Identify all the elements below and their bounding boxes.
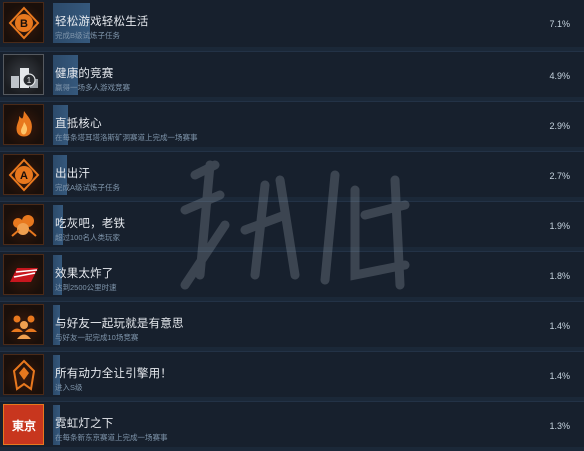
friends-group-icon xyxy=(3,304,44,345)
progress-bar xyxy=(53,205,572,245)
achievement-title: 所有动力全让引擎用！ xyxy=(55,368,172,380)
achievement-percent: 1.3% xyxy=(549,421,570,431)
svg-text:1: 1 xyxy=(26,76,31,85)
progress-bar xyxy=(53,55,572,95)
svg-text:A: A xyxy=(20,170,28,182)
achievement-percent: 4.9% xyxy=(549,71,570,81)
achievement-percent: 2.7% xyxy=(549,171,570,181)
achievement-row[interactable]: A 出出汗 完成A级试炼子任务 2.7% xyxy=(0,151,584,197)
achievement-description: 超过100名人类玩家 xyxy=(55,233,121,242)
achievement-title: 健康的竞赛 xyxy=(55,68,114,80)
achievement-row[interactable]: 效果太炸了 达到2500公里时速 1.8% xyxy=(0,251,584,297)
progress-bar xyxy=(53,255,572,295)
achievement-row[interactable]: 吃灰吧，老铁 超过100名人类玩家 1.9% xyxy=(0,201,584,247)
achievement-row[interactable]: 所有动力全让引擎用！ 进入S级 1.4% xyxy=(0,351,584,397)
achievement-description: 完成B级试炼子任务 xyxy=(55,31,121,40)
achievement-row[interactable]: B 轻松游戏轻松生活 完成B级试炼子任务 7.1% xyxy=(0,0,584,47)
achievement-row[interactable]: 1 健康的竞赛 赢得一场多人游戏竞赛 4.9% xyxy=(0,51,584,97)
achievement-row[interactable]: 直抵核心 在每条塔耳塔洛斯矿洞赛道上完成一场赛事 2.9% xyxy=(0,101,584,147)
achievement-title: 吃灰吧，老铁 xyxy=(55,218,126,230)
achievement-description: 赢得一场多人游戏竞赛 xyxy=(55,83,130,92)
achievement-percent: 2.9% xyxy=(549,121,570,131)
achievement-description: 完成A级试炼子任务 xyxy=(55,183,121,192)
achievement-description: 进入S级 xyxy=(55,383,83,392)
dust-cloud-icon xyxy=(3,204,44,245)
achievement-title: 出出汗 xyxy=(55,168,91,180)
svg-text:東京: 東京 xyxy=(11,418,35,433)
achievement-description: 在每条新东京赛道上完成一场赛事 xyxy=(55,433,168,442)
svg-text:B: B xyxy=(20,18,28,30)
achievement-percent: 1.9% xyxy=(549,221,570,231)
achievement-row[interactable]: 東京 霓虹灯之下 在每条新东京赛道上完成一场赛事 1.3% xyxy=(0,401,584,447)
achievement-percent: 1.4% xyxy=(549,371,570,381)
core-flame-icon xyxy=(3,104,44,145)
achievement-description: 达到2500公里时速 xyxy=(55,283,117,292)
s-grade-ship-icon xyxy=(3,354,44,395)
achievement-title: 效果太炸了 xyxy=(55,268,114,280)
a-grade-badge-icon: A xyxy=(3,154,44,195)
achievement-title: 霓虹灯之下 xyxy=(55,418,114,430)
achievement-row[interactable]: 与好友一起玩就是有意思 与好友一起完成10场竞赛 1.4% xyxy=(0,301,584,347)
achievement-description: 在每条塔耳塔洛斯矿洞赛道上完成一场赛事 xyxy=(55,133,198,142)
achievement-title: 与好友一起玩就是有意思 xyxy=(55,318,184,330)
achievement-percent: 1.8% xyxy=(549,271,570,281)
achievement-description: 与好友一起完成10场竞赛 xyxy=(55,333,139,342)
achievement-percent: 1.4% xyxy=(549,321,570,331)
progress-bar xyxy=(53,155,572,195)
achievement-percent: 7.1% xyxy=(549,19,570,29)
achievement-list: B 轻松游戏轻松生活 完成B级试炼子任务 7.1% 1 健康的竞赛 赢得一场多人… xyxy=(0,0,584,451)
speed-logo-icon xyxy=(3,254,44,295)
achievement-title: 直抵核心 xyxy=(55,118,102,130)
achievement-title: 轻松游戏轻松生活 xyxy=(55,16,149,28)
b-grade-badge-icon: B xyxy=(3,2,44,43)
podium-first-icon: 1 xyxy=(3,54,44,95)
tokyo-sign-icon: 東京 xyxy=(3,404,44,445)
